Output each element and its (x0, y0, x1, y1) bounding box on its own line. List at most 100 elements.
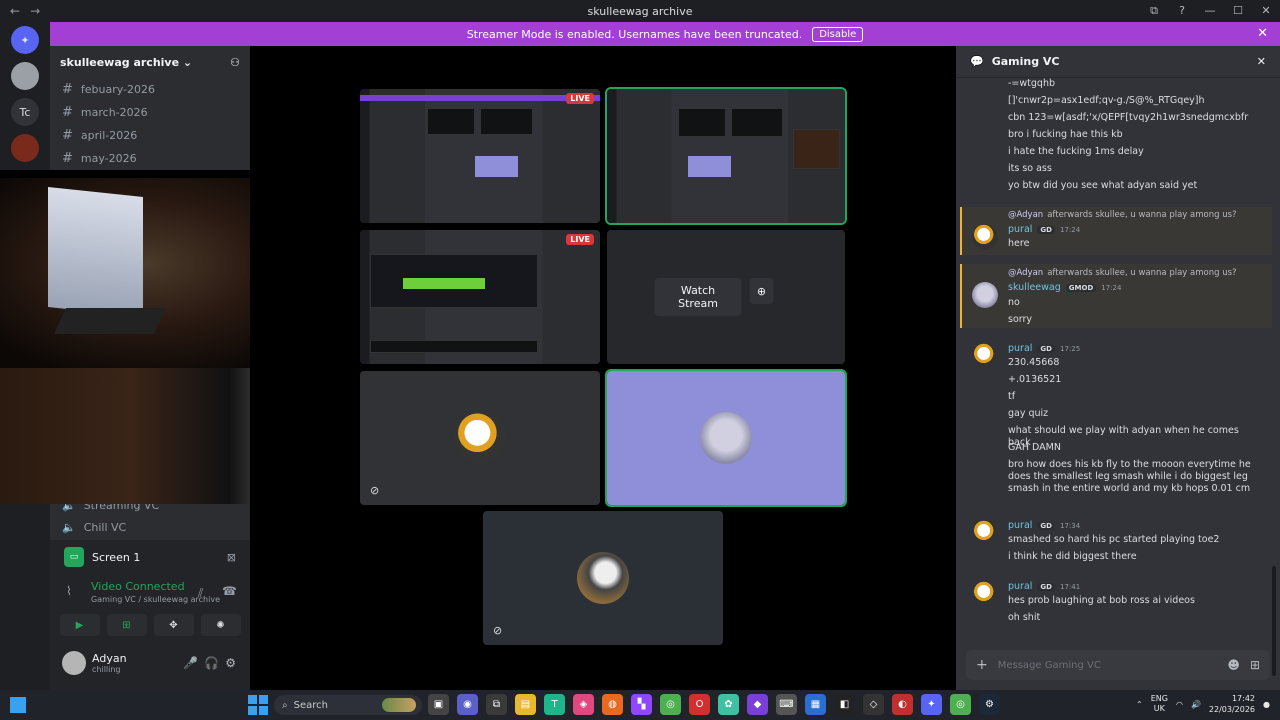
avatar[interactable] (972, 224, 998, 250)
server-icon[interactable] (11, 134, 39, 162)
participant-tile[interactable]: ⊘ (483, 511, 723, 645)
chrome-icon[interactable]: ◎ (950, 694, 971, 715)
app-icon[interactable]: ◧ (834, 694, 855, 715)
notification-icon[interactable]: ● (1263, 700, 1270, 709)
stream-tile[interactable]: LIVE (360, 89, 600, 223)
avatar[interactable] (972, 282, 998, 308)
add-attachment-icon[interactable]: + (976, 657, 988, 673)
channel-item[interactable]: # march-2026 (50, 101, 250, 124)
soundboard-button[interactable]: ✺ (200, 614, 241, 636)
message-line: 230.45668 (1008, 357, 1060, 368)
server-header[interactable]: skulleewag archive ⌄ ⚇ (50, 46, 250, 78)
settings-gear-icon[interactable]: ⚙ (225, 656, 236, 670)
headphones-icon[interactable]: 🎧 (204, 656, 219, 670)
screen-icon: ▭ (64, 547, 84, 567)
current-user[interactable]: Adyan chilling 🎤 🎧 ⚙ (50, 646, 250, 680)
widgets-icon[interactable] (10, 697, 26, 713)
start-button[interactable] (248, 695, 268, 715)
app-icon[interactable]: ◐ (892, 694, 913, 715)
opera-icon[interactable]: O (689, 694, 710, 715)
inbox-icon[interactable]: ⧉ (1140, 0, 1168, 22)
chrome-icon[interactable]: ◎ (660, 694, 681, 715)
message-line: bro how does his kb fly to the mooon eve… (1008, 459, 1251, 494)
app-icon[interactable]: ◇ (863, 694, 884, 715)
stream-tile[interactable] (605, 87, 847, 225)
server-icon[interactable] (11, 62, 39, 90)
minimize-button[interactable]: — (1196, 0, 1224, 22)
voice-channel-chill[interactable]: 🔈 Chill VC (50, 516, 126, 538)
system-tray: ⌃ ENG UK ◠ 🔊 17:42 22/03/2026 ● (1136, 693, 1270, 715)
user-info: Adyan chilling (92, 652, 127, 674)
windows-app-icon[interactable]: ⧉ (486, 694, 507, 715)
chevron-up-icon[interactable]: ⌃ (1136, 700, 1143, 709)
avatar[interactable] (972, 520, 998, 546)
chat-scrollbar[interactable] (1272, 566, 1276, 676)
disable-button[interactable]: Disable (812, 26, 864, 42)
message-line: yo btw did you see what adyan said yet (1008, 180, 1198, 191)
close-button[interactable]: ✕ (1252, 0, 1280, 22)
emoji-icon[interactable]: ☻ (1227, 658, 1240, 672)
close-icon[interactable]: ✕ (1257, 55, 1266, 68)
muted-icon: ⊘ (370, 484, 380, 497)
language-indicator[interactable]: ENG UK (1151, 694, 1168, 714)
app-icon[interactable]: ▦ (805, 694, 826, 715)
streamer-mode-banner: Streamer Mode is enabled. Usernames have… (50, 22, 1280, 46)
camera-button[interactable]: ▶ (59, 614, 100, 636)
app-icon[interactable]: ◆ (747, 694, 768, 715)
message-composer: + ☻ ⊞ (966, 650, 1270, 680)
wifi-icon[interactable]: ◠ (1176, 700, 1183, 709)
firefox-icon[interactable]: ◍ (602, 694, 623, 715)
participant-tile[interactable] (605, 369, 847, 507)
channel-item[interactable]: # may-2026 (50, 147, 250, 170)
reply-preview[interactable]: @Adyan afterwards skullee, u wanna play a… (1008, 210, 1237, 220)
avatar[interactable] (972, 343, 998, 369)
add-member-icon[interactable]: ⚇ (230, 56, 240, 69)
app-icon[interactable]: T (544, 694, 565, 715)
stream-tile[interactable]: Watch Stream ⊕ (607, 230, 845, 364)
chat-header: 💬 Gaming VC ✕ (956, 46, 1280, 78)
message-line: no (1008, 297, 1020, 308)
taskbar-search[interactable]: ⌕ Search (274, 695, 422, 715)
live-badge: LIVE (566, 93, 594, 104)
noise-suppression-icon[interactable]: ⫽ (198, 586, 203, 601)
channel-item[interactable]: # april-2026 (50, 124, 250, 147)
signal-icon[interactable]: ⌇ (66, 584, 72, 598)
file-explorer-icon[interactable]: ▤ (515, 694, 536, 715)
twitch-icon[interactable]: ▚ (631, 694, 652, 715)
steam-icon[interactable]: ⚙ (979, 694, 1000, 715)
message-line: sorry (1008, 314, 1033, 325)
close-icon[interactable]: ✕ (1257, 26, 1268, 41)
volume-icon[interactable]: 🔊 (1191, 700, 1201, 709)
popout-icon[interactable]: ⊕ (749, 278, 774, 304)
message-line: its so ass (1008, 163, 1052, 174)
screen-share-row[interactable]: ▭ Screen 1 ⊠ (50, 540, 250, 574)
task-view-icon[interactable]: ▣ (428, 694, 449, 715)
message-input[interactable] (997, 659, 1218, 671)
apps-icon[interactable]: ⊞ (1250, 658, 1260, 672)
activity-button[interactable]: ✥ (153, 614, 194, 636)
microphone-icon[interactable]: 🎤 (183, 656, 198, 670)
participant-tile[interactable]: ⊘ (360, 371, 600, 505)
chat-app-icon[interactable]: ◉ (457, 694, 478, 715)
discord-home-icon[interactable]: ✦ (11, 26, 39, 54)
avatar (454, 412, 506, 464)
help-icon[interactable]: ? (1168, 0, 1196, 22)
avatar[interactable] (972, 581, 998, 607)
maximize-button[interactable]: ☐ (1224, 0, 1252, 22)
stream-tile[interactable]: LIVE (360, 230, 600, 364)
stop-share-icon[interactable]: ⊠ (227, 551, 236, 564)
discord-icon[interactable]: ✦ (921, 694, 942, 715)
screen-share-button[interactable]: ⊞ (106, 614, 147, 636)
app-icon[interactable]: ✿ (718, 694, 739, 715)
watch-stream-button[interactable]: Watch Stream (654, 278, 742, 316)
message-line: []'cnwr2p=asx1edf;qv-g./S@%_RTGqey]h (1008, 95, 1205, 106)
reply-preview[interactable]: @Adyan afterwards skullee, u wanna play a… (1008, 268, 1237, 278)
channel-item[interactable]: # febuary-2026 (50, 78, 250, 101)
app-icon[interactable]: ◈ (573, 694, 594, 715)
clock[interactable]: 17:42 22/03/2026 (1209, 693, 1255, 715)
disconnect-icon[interactable]: ☎ (222, 584, 237, 598)
app-icon[interactable]: ⌨ (776, 694, 797, 715)
message-header: pural GD 17:25 (1008, 343, 1081, 354)
server-icon[interactable]: Tc (11, 98, 39, 126)
search-icon: ⌕ (282, 699, 288, 711)
